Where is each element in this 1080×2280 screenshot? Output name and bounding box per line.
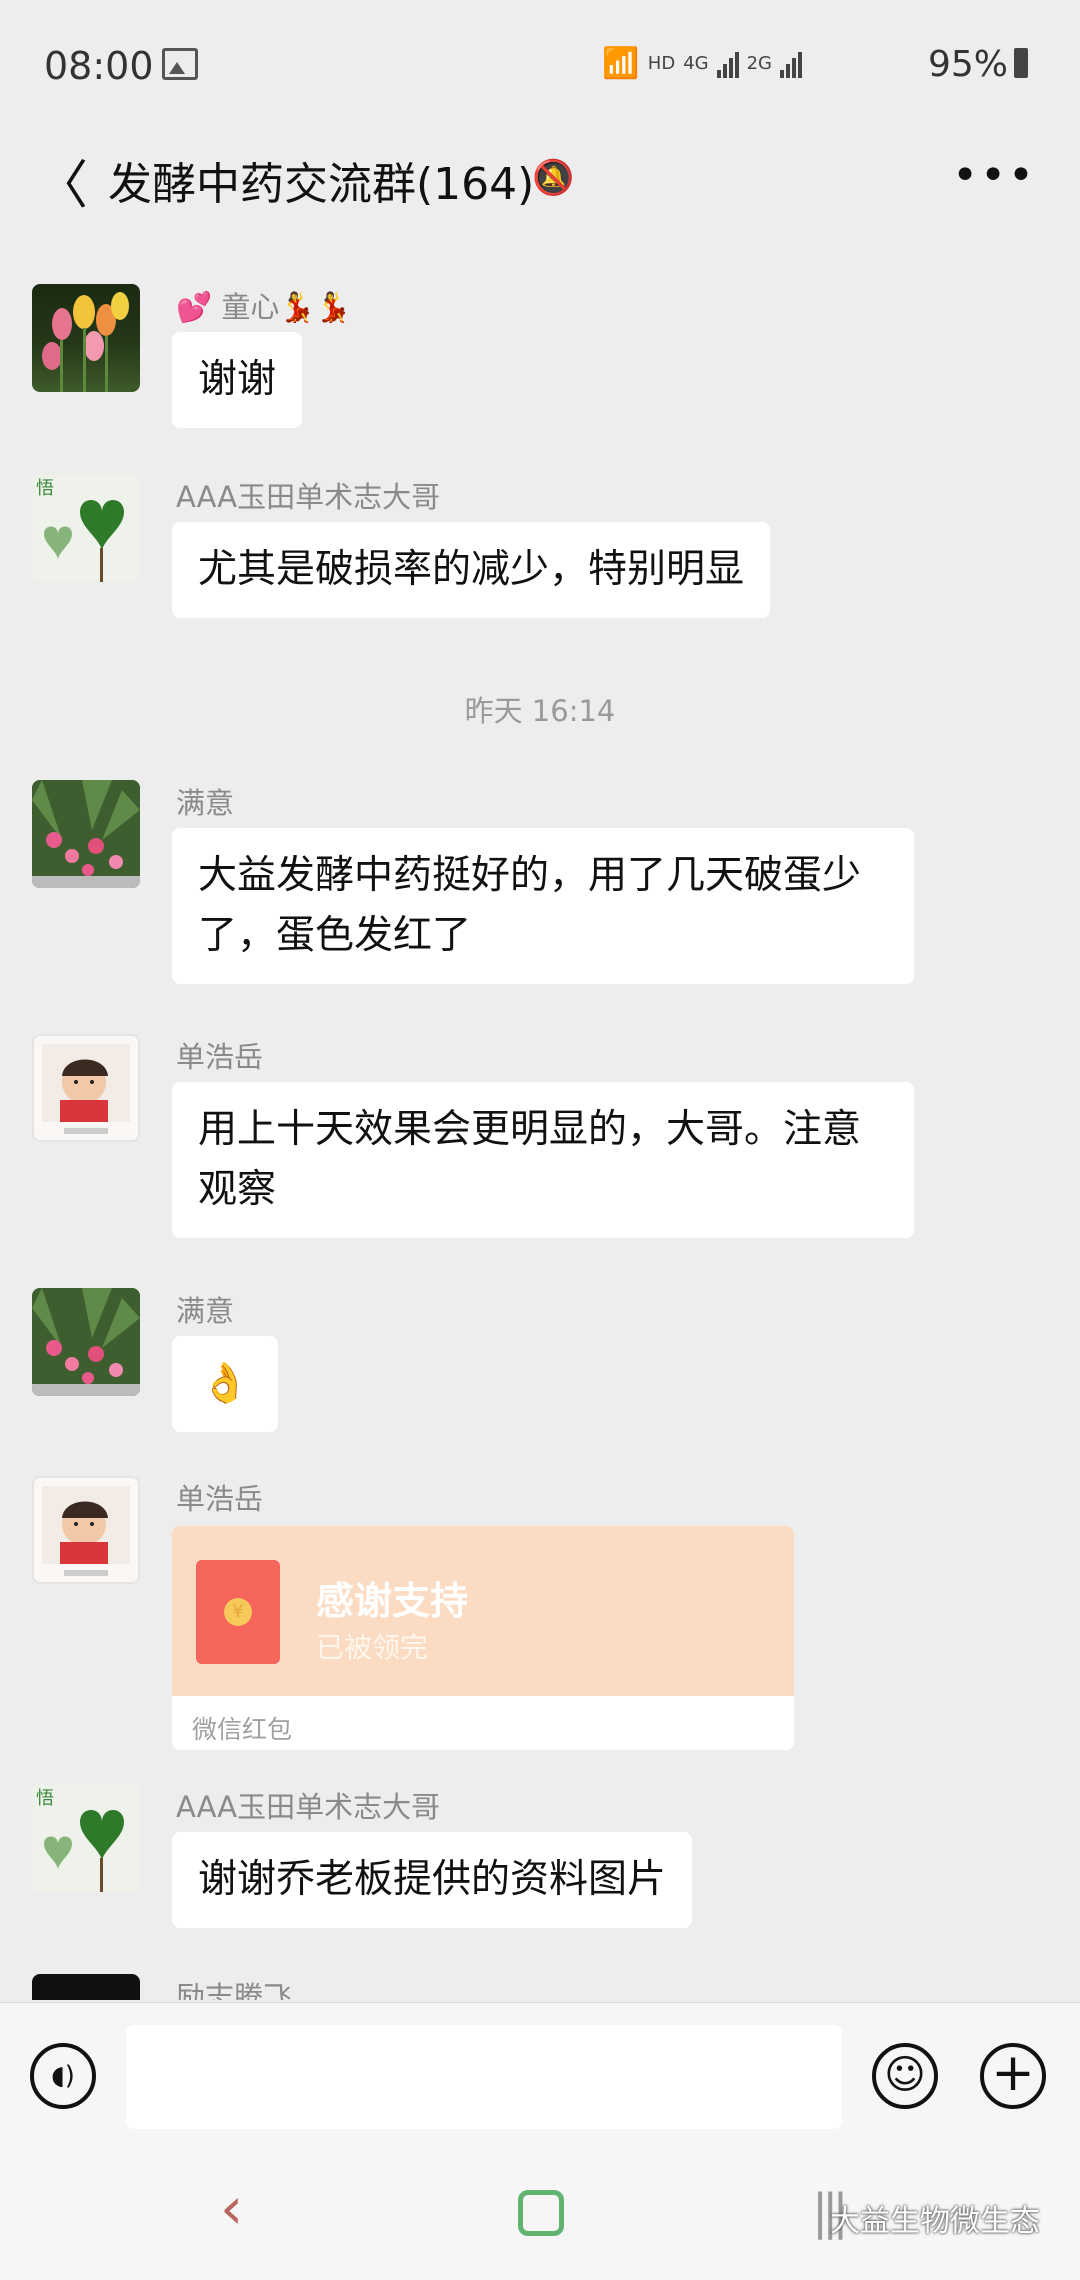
red-envelope-icon	[196, 1560, 280, 1664]
time-separator: 昨天 16:14	[464, 694, 616, 728]
message-bubble[interactable]: 大益发酵中药挺好的，用了几天破蛋少了，蛋色发红了	[172, 828, 914, 984]
network-indicators: 📶 HD 4G 2G	[602, 46, 802, 81]
chat-header: 〈 发酵中药交流群(164) 🔕 •••	[0, 130, 1080, 250]
svg-text:悟: 悟	[36, 1788, 54, 1809]
battery-icon	[1014, 48, 1028, 78]
input-bar: ◖) ☺ +	[0, 2002, 1080, 2153]
network-4g-label: 4G	[683, 53, 709, 74]
gallery-icon	[162, 48, 198, 80]
message-item: 悟 AAA玉田单术志大哥 谢谢乔老板提供的资料图片	[32, 1784, 1032, 1934]
sender-name: 💕 童心💃💃	[176, 290, 352, 324]
avatar[interactable]	[32, 284, 140, 392]
wifi-icon: 📶	[602, 46, 640, 81]
chat-title: 发酵中药交流群(164)	[108, 159, 535, 210]
network-2g-label: 2G	[746, 53, 772, 74]
avatar[interactable]: 悟	[32, 1784, 140, 1892]
message-item: 单浩岳 用上十天效果会更明显的，大哥。注意观察	[32, 1034, 1032, 1254]
sender-name: 满意	[176, 786, 235, 820]
red-packet-card[interactable]: 感谢支持 已被领完 微信红包	[172, 1526, 794, 1750]
avatar[interactable]	[32, 1034, 140, 1142]
avatar[interactable]: 悟	[32, 474, 140, 582]
red-packet-title: 感谢支持	[316, 1579, 469, 1623]
message-item: 满意 👌	[32, 1288, 1032, 1438]
mute-bell-icon: 🔕	[532, 158, 575, 198]
voice-input-icon[interactable]: ◖)	[30, 2043, 96, 2109]
avatar[interactable]	[32, 1476, 140, 1584]
sender-name: AAA玉田单术志大哥	[176, 480, 441, 514]
back-icon[interactable]: 〈	[36, 156, 96, 216]
message-input[interactable]	[126, 2025, 842, 2129]
signal-icon-2	[780, 50, 802, 78]
message-bubble[interactable]: 👌	[172, 1336, 278, 1432]
message-bubble[interactable]: 尤其是破损率的减少，特别明显	[172, 522, 771, 618]
status-time: 08:00	[44, 44, 154, 88]
signal-icon	[716, 50, 739, 78]
nav-back-icon[interactable]: ‹	[220, 2174, 243, 2242]
status-bar: 08:00 📶 HD 4G 2G 95%	[0, 0, 1080, 130]
sender-name: 单浩岳	[176, 1040, 264, 1074]
watermark-text: 大益生物微生态	[830, 2204, 1040, 2239]
sender-name: 单浩岳	[176, 1482, 264, 1516]
avatar[interactable]	[32, 780, 140, 888]
message-item: 💕 童心💃💃 谢谢	[32, 284, 1032, 434]
nav-home-icon[interactable]	[518, 2190, 564, 2236]
message-item: 励志腾飞	[32, 1974, 1032, 2000]
message-bubble[interactable]: 用上十天效果会更明显的，大哥。注意观察	[172, 1082, 914, 1238]
red-packet-body: 感谢支持 已被领完	[172, 1526, 794, 1696]
system-nav-bar: ‹ ||| 大益生物微生态	[0, 2152, 1080, 2280]
avatar[interactable]	[32, 1974, 140, 2000]
sender-name: AAA玉田单术志大哥	[176, 1790, 441, 1824]
red-packet-status: 已被领完	[316, 1631, 429, 1664]
plus-icon[interactable]: +	[980, 2043, 1046, 2109]
message-bubble[interactable]: 谢谢	[172, 332, 303, 428]
message-item: 满意 大益发酵中药挺好的，用了几天破蛋少了，蛋色发红了	[32, 780, 1032, 1000]
hd-badge: HD	[647, 53, 676, 74]
battery-percent: 95%	[927, 44, 1008, 85]
sender-name: 励志腾飞	[176, 1980, 293, 2000]
sender-name: 满意	[176, 1294, 235, 1328]
svg-text:悟: 悟	[36, 478, 54, 499]
emoji-icon[interactable]: ☺	[872, 2043, 938, 2109]
red-packet-source: 微信红包	[192, 1715, 293, 1744]
avatar[interactable]	[32, 1288, 140, 1396]
message-list[interactable]: 💕 童心💃💃 谢谢 悟 AAA玉田单术志大哥 尤其是破损率的减少，特别明显 昨天…	[0, 250, 1080, 2000]
message-item: 单浩岳 感谢支持 已被领完 微信红包	[32, 1476, 1032, 1766]
message-item: 悟 AAA玉田单术志大哥 尤其是破损率的减少，特别明显	[32, 474, 1032, 624]
more-options-icon[interactable]: •••	[952, 150, 1036, 201]
message-bubble[interactable]: 谢谢乔老板提供的资料图片	[172, 1832, 693, 1928]
